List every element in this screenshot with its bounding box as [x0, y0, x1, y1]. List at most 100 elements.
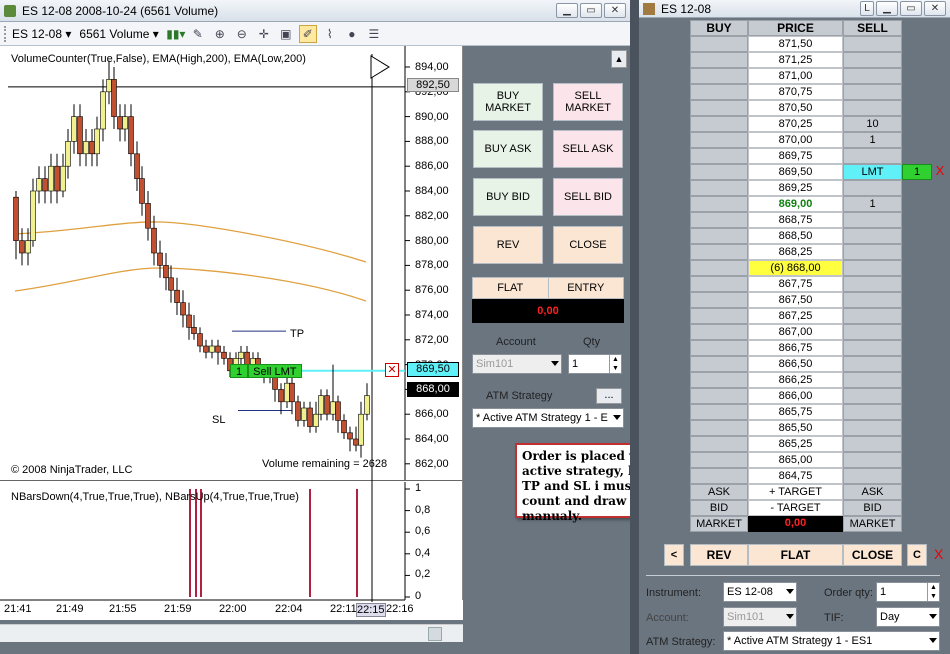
atm-settings-button[interactable]: ... — [596, 388, 622, 404]
pen-icon[interactable]: ✎ — [189, 25, 207, 43]
dom-working-order[interactable]: LMT — [843, 164, 902, 180]
dom-qty-down-icon[interactable]: ▼ — [927, 592, 939, 601]
dom-buy-ask-button[interactable]: ASK — [690, 484, 748, 500]
dom-buy-cell[interactable] — [690, 372, 748, 388]
period-selector[interactable]: 6561 Volume ▾ — [79, 27, 158, 41]
dom-sell-cell[interactable] — [843, 420, 902, 436]
dom-sell-cell[interactable] — [843, 436, 902, 452]
dom-sell-cell[interactable] — [843, 68, 902, 84]
buy-ask-button[interactable]: BUY ASK — [473, 130, 543, 168]
rev-button[interactable]: REV — [473, 226, 543, 264]
dom-sell-cell[interactable] — [843, 212, 902, 228]
qty-spinner[interactable]: 1 ▲ ▼ — [568, 354, 622, 374]
atm-strategy-select[interactable]: * Active ATM Strategy 1 - E — [472, 408, 624, 428]
instrument-selector[interactable]: ES 12-08 ▾ — [12, 27, 71, 41]
dom-buy-cell[interactable] — [690, 292, 748, 308]
dom-buy-cell[interactable] — [690, 356, 748, 372]
chart-scrollbar[interactable] — [0, 624, 463, 642]
dom-sell-cell[interactable] — [843, 356, 902, 372]
dom-close-button[interactable]: ✕ — [924, 1, 946, 16]
sell-ask-button[interactable]: SELL ASK — [553, 130, 623, 168]
dom-sell-cell[interactable] — [843, 276, 902, 292]
dom-buy-cell[interactable] — [690, 180, 748, 196]
dom-buy-cell[interactable] — [690, 68, 748, 84]
indicators-icon[interactable]: ⌇ — [321, 25, 339, 43]
dom-sell-cell[interactable] — [843, 180, 902, 196]
dom-sell-cell[interactable] — [843, 52, 902, 68]
dom-buy-cell[interactable] — [690, 196, 748, 212]
dom-close-position-button[interactable]: CLOSE — [843, 544, 902, 566]
chart-maximize-button[interactable]: ▭ — [580, 3, 602, 18]
chart-close-button[interactable]: ✕ — [604, 3, 626, 18]
dom-sell-cell[interactable] — [843, 244, 902, 260]
chart-minimize-button[interactable]: ▁ — [556, 3, 578, 18]
dom-buy-cell[interactable] — [690, 212, 748, 228]
dom-buy-cell[interactable] — [690, 228, 748, 244]
sell-market-button[interactable]: SELL MARKET — [553, 83, 623, 121]
dom-link-button[interactable]: L — [860, 1, 874, 16]
dom-sell-cell[interactable] — [843, 84, 902, 100]
dom-buy-cell[interactable] — [690, 164, 748, 180]
dom-sell-market-button[interactable]: MARKET — [843, 516, 902, 532]
dom-plus-target-button[interactable]: + TARGET — [748, 484, 843, 500]
dom-order-qty-spinner[interactable]: 1 ▲ ▼ — [876, 582, 940, 602]
dom-prev-button[interactable]: < — [664, 544, 684, 566]
dom-tif-select[interactable]: Day — [876, 607, 940, 627]
dom-sell-cell[interactable] — [843, 452, 902, 468]
account-select[interactable]: Sim101 — [472, 354, 562, 374]
dom-buy-cell[interactable] — [690, 52, 748, 68]
dom-flat-button[interactable]: FLAT — [748, 544, 843, 566]
dom-buy-cell[interactable] — [690, 340, 748, 356]
dom-c-button[interactable]: C — [907, 544, 927, 566]
zoom-out-icon[interactable]: ⊖ — [233, 25, 251, 43]
dom-buy-cell[interactable] — [690, 388, 748, 404]
dom-buy-cell[interactable] — [690, 468, 748, 484]
buy-market-button[interactable]: BUY MARKET — [473, 83, 543, 121]
dom-sell-cell[interactable] — [843, 36, 902, 52]
dom-buy-market-button[interactable]: MARKET — [690, 516, 748, 532]
dom-buy-cell[interactable] — [690, 244, 748, 260]
dom-minimize-button[interactable]: ▁ — [876, 1, 898, 16]
dom-buy-cell[interactable] — [690, 324, 748, 340]
dom-sell-cell[interactable] — [843, 372, 902, 388]
dom-sell-cell[interactable] — [843, 324, 902, 340]
dom-sell-cell[interactable] — [843, 228, 902, 244]
dom-account-select[interactable]: Sim101 — [723, 607, 797, 627]
dom-sell-bid-button[interactable]: BID — [843, 500, 902, 516]
dom-sell-cell[interactable] — [843, 404, 902, 420]
dom-buy-cell[interactable] — [690, 404, 748, 420]
dom-sell-cell[interactable] — [843, 260, 902, 276]
chart-order-cancel-icon[interactable]: ✕ — [385, 363, 399, 377]
candlestick-icon[interactable]: ▮▮▾ — [166, 25, 185, 43]
list-icon[interactable]: ☰ — [365, 25, 383, 43]
dom-maximize-button[interactable]: ▭ — [900, 1, 922, 16]
dom-instrument-select[interactable]: ES 12-08 — [723, 582, 797, 602]
dom-buy-cell[interactable] — [690, 436, 748, 452]
dom-buy-cell[interactable] — [690, 420, 748, 436]
dom-cancel-all-icon[interactable]: X — [934, 546, 943, 562]
snapshot-icon[interactable]: ● — [343, 25, 361, 43]
dom-cancel-order-icon[interactable]: X — [933, 163, 947, 179]
dom-buy-bid-button[interactable]: BID — [690, 500, 748, 516]
dom-buy-cell[interactable] — [690, 116, 748, 132]
dom-buy-cell[interactable] — [690, 308, 748, 324]
dom-sell-cell[interactable]: 1 — [843, 132, 902, 148]
scroll-thumb[interactable] — [428, 627, 442, 641]
dom-sell-cell[interactable] — [843, 340, 902, 356]
strategy-icon[interactable]: ✐ — [298, 24, 317, 43]
dom-sell-cell[interactable] — [843, 388, 902, 404]
dom-sell-cell[interactable] — [843, 292, 902, 308]
chart-order-marker[interactable]: 1 Sell LMT — [230, 364, 302, 378]
dom-sell-cell[interactable] — [843, 148, 902, 164]
dom-minus-target-button[interactable]: - TARGET — [748, 500, 843, 516]
qty-down-icon[interactable]: ▼ — [609, 364, 621, 373]
sell-bid-button[interactable]: SELL BID — [553, 178, 623, 216]
dom-rev-button[interactable]: REV — [690, 544, 748, 566]
crosshair-icon[interactable]: ✛ — [255, 25, 273, 43]
order-panel-scroll-up[interactable]: ▲ — [611, 50, 627, 68]
dom-buy-cell[interactable] — [690, 260, 748, 276]
dom-qty-up-icon[interactable]: ▲ — [927, 583, 939, 592]
dom-sell-cell[interactable] — [843, 100, 902, 116]
properties-icon[interactable]: ▣ — [277, 25, 295, 43]
dom-atm-select[interactable]: * Active ATM Strategy 1 - ES1 — [723, 631, 940, 651]
